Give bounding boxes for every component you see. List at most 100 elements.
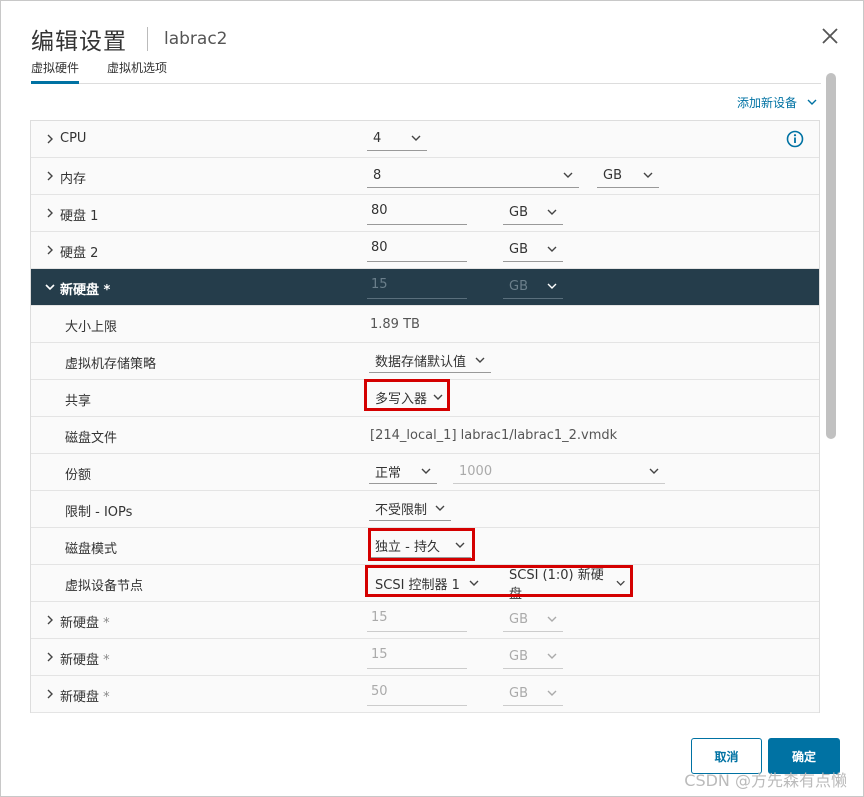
chevron-down-icon [547, 616, 557, 622]
new-disk-2-unit: GB [509, 612, 528, 627]
row-disk-file: 磁盘文件 [214_local_1] labrac1/labrac1_2.vmd… [31, 417, 819, 454]
max-size-label: 大小上限 [65, 320, 118, 335]
tab-virtual-hardware[interactable]: 虚拟硬件 [31, 59, 80, 84]
memory-input[interactable]: 8 [367, 164, 579, 188]
new-disk-3-unit-select[interactable]: GB [503, 645, 563, 669]
storage-policy-label: 虚拟机存储策略 [65, 357, 157, 372]
chevron-down-icon [643, 172, 653, 178]
max-size-value: 1.89 TB [370, 317, 420, 332]
storage-policy-select[interactable]: 数据存储默认值 [369, 349, 491, 373]
chevron-down-icon [455, 542, 465, 548]
limit-iops-value: 不受限制 [375, 503, 428, 518]
new-disk-unit-select[interactable]: GB [503, 275, 563, 299]
scrollbar-thumb[interactable] [826, 73, 836, 439]
new-disk-4-size-input[interactable]: 50 [367, 682, 467, 706]
info-icon[interactable] [786, 130, 804, 148]
row-memory[interactable]: 内存 8 GB [31, 158, 819, 195]
row-new-disk-expanded[interactable]: 新硬盘 * 15 GB [31, 269, 819, 306]
dialog-title: 编辑设置 [31, 29, 127, 55]
disk-2-unit: GB [509, 242, 528, 257]
new-disk-3-size-input[interactable]: 15 [367, 645, 467, 669]
new-disk-3-unit: GB [509, 649, 528, 664]
new-disk-label: 新硬盘 * [60, 283, 111, 298]
limit-iops-select[interactable]: 不受限制 [369, 497, 451, 521]
chevron-down-icon [547, 209, 557, 215]
memory-label: 内存 [60, 172, 87, 187]
row-disk-2[interactable]: 硬盘 2 80 GB [31, 232, 819, 269]
sharing-value: 多写入器 [375, 392, 428, 407]
close-button[interactable] [821, 27, 841, 47]
dialog-header: 编辑设置 labrac2 [31, 21, 228, 57]
new-disk-2-unit-select[interactable]: GB [503, 608, 563, 632]
chevron-down-icon [435, 505, 445, 511]
chevron-down-icon [547, 246, 557, 252]
shares-amount-input[interactable]: 1000 [453, 460, 665, 484]
vm-name: labrac2 [164, 29, 228, 49]
add-new-device-button[interactable]: 添加新设备 [737, 94, 817, 111]
row-new-disk-3[interactable]: 新硬盘 * 15 GB [31, 639, 819, 676]
scrollbar[interactable] [824, 61, 838, 711]
chevron-down-icon [563, 172, 573, 178]
chevron-right-icon [47, 208, 53, 218]
chevron-down-icon [45, 284, 55, 291]
shares-level-select[interactable]: 正常 [369, 460, 437, 484]
disk-1-size-input[interactable]: 80 [367, 201, 467, 225]
shares-amount-value: 1000 [459, 464, 493, 479]
disk-mode-value: 独立 - 持久 [375, 540, 440, 555]
row-new-disk-4[interactable]: 新硬盘 * 50 GB [31, 676, 819, 713]
chevron-right-icon [47, 171, 53, 181]
memory-value: 8 [373, 168, 382, 183]
chevron-right-icon [47, 652, 53, 662]
chevron-down-icon [616, 580, 625, 586]
chevron-down-icon [547, 283, 557, 289]
new-disk-size-input[interactable]: 15 [367, 275, 467, 299]
cpu-select[interactable]: 4 [367, 127, 427, 151]
sharing-select[interactable]: 多写入器 [369, 386, 449, 410]
disk-1-unit: GB [509, 205, 528, 220]
memory-unit: GB [603, 168, 622, 183]
chevron-down-icon [411, 135, 421, 141]
new-disk-4-unit: GB [509, 686, 528, 701]
scsi-controller-value: SCSI 控制器 1 [375, 577, 460, 593]
disk-mode-select[interactable]: 独立 - 持久 [369, 534, 471, 558]
chevron-down-icon [421, 468, 431, 474]
chevron-down-icon [547, 653, 557, 659]
chevron-down-icon [469, 580, 479, 586]
row-sharing: 共享 多写入器 [31, 380, 819, 417]
chevron-down-icon [649, 468, 659, 474]
chevron-right-icon [47, 245, 53, 255]
row-storage-policy: 虚拟机存储策略 数据存储默认值 [31, 343, 819, 380]
disk-file-label: 磁盘文件 [65, 431, 118, 446]
memory-unit-select[interactable]: GB [597, 164, 659, 188]
new-disk-2-size-input[interactable]: 15 [367, 608, 467, 632]
edit-settings-dialog: 编辑设置 labrac2 虚拟硬件 虚拟机选项 添加新设备 CPU 4 内存 8… [0, 0, 864, 797]
new-disk-unit: GB [509, 279, 528, 294]
row-new-disk-2[interactable]: 新硬盘 * 15 GB [31, 602, 819, 639]
row-shares: 份额 正常 1000 [31, 454, 819, 491]
add-new-device-label: 添加新设备 [736, 96, 797, 110]
chevron-down-icon [475, 357, 485, 363]
limit-iops-label: 限制 - IOPs [65, 505, 133, 520]
scsi-controller-select[interactable]: SCSI 控制器 1 [369, 571, 485, 595]
shares-level-value: 正常 [375, 466, 402, 481]
new-disk-3-label: 新硬盘 * [60, 653, 110, 668]
disk-2-unit-select[interactable]: GB [503, 238, 563, 262]
new-disk-4-unit-select[interactable]: GB [503, 682, 563, 706]
shares-label: 份额 [65, 468, 92, 483]
chevron-down-icon [547, 690, 557, 696]
row-disk-1[interactable]: 硬盘 1 80 GB [31, 195, 819, 232]
disk-mode-label: 磁盘模式 [65, 542, 118, 557]
cpu-label: CPU [60, 131, 87, 146]
row-cpu[interactable]: CPU 4 [31, 121, 819, 158]
watermark: CSDN @方先森有点懒 [684, 771, 847, 790]
tab-vm-options[interactable]: 虚拟机选项 [107, 59, 167, 84]
disk-1-unit-select[interactable]: GB [503, 201, 563, 225]
device-node-label: 虚拟设备节点 [65, 579, 144, 594]
title-divider [147, 27, 148, 51]
disk-2-size-input[interactable]: 80 [367, 238, 467, 262]
chevron-down-icon [433, 394, 443, 400]
row-limit-iops: 限制 - IOPs 不受限制 [31, 491, 819, 528]
hardware-grid: CPU 4 内存 8 GB 硬盘 1 80 GB 硬盘 2 80 GB 新硬盘 … [30, 120, 820, 713]
scsi-node-select[interactable]: SCSI (1:0) 新硬盘 [503, 568, 631, 602]
disk-1-label: 硬盘 1 [60, 209, 99, 224]
